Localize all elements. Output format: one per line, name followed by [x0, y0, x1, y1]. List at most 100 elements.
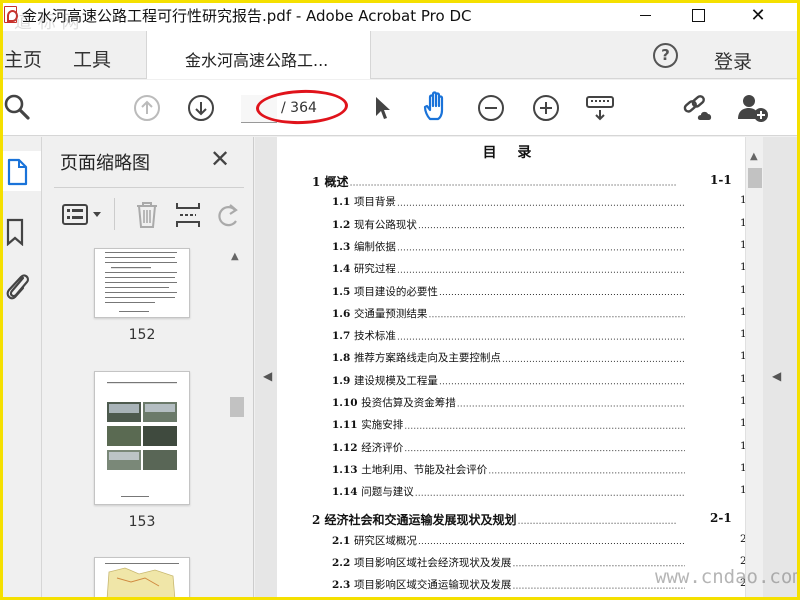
- toc-entry[interactable]: 1.4 研究过程 1: [332, 261, 745, 276]
- toc-entry-label: 1.1 项目背景: [332, 196, 396, 208]
- toc-entry-label: 1.13 土地利用、节能及社会评价: [332, 464, 487, 476]
- toc-entry-text: 编制依据: [353, 240, 396, 253]
- toc-entry-label: 2.3 项目影响区域交通运输现状及发展: [332, 579, 511, 591]
- page-thumbnail[interactable]: [94, 557, 190, 600]
- toc-entry[interactable]: 1.1 项目背景 1: [332, 194, 745, 209]
- toc-entry-text: 研究过程: [353, 263, 396, 276]
- thumbnail-text-lines: [105, 252, 177, 312]
- keyboard-icon[interactable]: [584, 93, 616, 123]
- bookmark-icon[interactable]: [4, 217, 26, 247]
- toc-entry-number: 2.2: [332, 556, 354, 569]
- zoom-out-icon[interactable]: [476, 93, 506, 123]
- toc-entry-label: 1.4 研究过程: [332, 263, 396, 275]
- pdf-page: 目 录 1 概述 1-1 1.1 项目背景 1 1.2 现有公路现状 1 1.3 编制依据 1…: [277, 137, 745, 600]
- toc-entry[interactable]: 1.6 交通量预测结果1-: [332, 306, 745, 321]
- toc-entry[interactable]: 1.3 编制依据 1: [332, 239, 745, 254]
- toc-entry-text: 推荐方案路线走向及主要控制点: [353, 352, 501, 365]
- document-scrollbar[interactable]: ▲: [745, 137, 763, 600]
- tab-tools[interactable]: 工具: [73, 45, 111, 72]
- toc-entry-text: 项目影响区域交通运输现状及发展: [353, 579, 512, 592]
- toc-entry-text: 实施安排: [361, 419, 404, 432]
- maximize-button[interactable]: [675, 0, 721, 31]
- toc-entry-text: 现有公路现状: [353, 218, 417, 231]
- toc-entry-label: 1.14 问题与建议: [332, 486, 414, 498]
- options-icon[interactable]: [62, 202, 102, 228]
- toc-entry[interactable]: 2 经济社会和交通运输发展现状及规划 2-1: [312, 511, 745, 528]
- crop-icon[interactable]: [174, 200, 202, 230]
- rotate-icon[interactable]: [214, 200, 242, 230]
- tab-home[interactable]: 主页: [4, 45, 42, 72]
- toc-entry[interactable]: 1.2 现有公路现状 1: [332, 217, 745, 232]
- close-window-button[interactable]: ✕: [735, 0, 781, 31]
- toc-entry-text: 建设规模及工程量: [353, 374, 438, 387]
- toc-entry-label: 1.2 现有公路现状: [332, 219, 417, 231]
- next-page-icon[interactable]: [186, 93, 216, 123]
- toc-entry-number: 1: [312, 175, 325, 189]
- site-watermark: www.cndao.com: [655, 566, 800, 588]
- toc-entry-number: 1.1: [332, 196, 354, 209]
- search-icon[interactable]: [2, 92, 32, 122]
- toc-entry-number: 1.3: [332, 240, 354, 253]
- thumbnail-photos: [107, 382, 177, 497]
- toc-entry[interactable]: 1.11 实施安排1-: [332, 417, 745, 432]
- toc-entry[interactable]: 2.1 研究区域概况 2: [332, 533, 745, 548]
- thumbnail-icon[interactable]: [4, 157, 30, 187]
- minimize-button[interactable]: [622, 0, 668, 31]
- toc-entry[interactable]: 1.13 土地利用、节能及社会评价1-: [332, 462, 745, 477]
- zoom-in-icon[interactable]: [531, 93, 561, 123]
- toc-entry-number: 1.12: [332, 441, 362, 454]
- close-panel-icon[interactable]: ✕: [210, 145, 230, 173]
- toc-entry[interactable]: 1 概述 1-1: [312, 173, 745, 190]
- thumbnail-scroll-thumb[interactable]: [230, 397, 244, 417]
- toc-entry[interactable]: 1.9 建设规模及工程量1-: [332, 373, 745, 388]
- toc-entry-label: 1.9 建设规模及工程量: [332, 375, 438, 387]
- scroll-up-arrow[interactable]: ▲: [231, 251, 239, 262]
- attachment-icon[interactable]: [2, 269, 32, 303]
- toc-entry[interactable]: 1.10 投资估算及资金筹措1-: [332, 395, 745, 410]
- tab-document[interactable]: 金水河高速公路工...: [146, 31, 371, 79]
- toc-entry-number: 1.11: [332, 419, 362, 432]
- toc-entry-number: 1.6: [332, 307, 354, 320]
- scroll-up-arrow[interactable]: ▲: [750, 151, 758, 162]
- page-thumbnail[interactable]: [94, 248, 190, 318]
- toc-entry[interactable]: 1.8 推荐方案路线走向及主要控制点1-: [332, 350, 745, 365]
- title-bar: 金水河高速公路工程可行性研究报告.pdf - Adobe Acrobat Pro…: [0, 0, 800, 31]
- hand-tool-icon[interactable]: [420, 91, 452, 123]
- toc-entry-label: 2.2 项目影响区域社会经济现状及发展: [332, 557, 511, 569]
- toc-entry-label: 1.12 经济评价: [332, 442, 403, 454]
- thumbnail-map: [105, 563, 179, 600]
- corner-watermark: 道 标 网: [14, 12, 80, 33]
- share-link-icon[interactable]: [680, 92, 714, 124]
- toc-entry[interactable]: 1.7 技术标准1-: [332, 328, 745, 343]
- navigation-rail: [0, 137, 42, 600]
- toc-entry-label: 1.11 实施安排: [332, 419, 403, 431]
- toc-entry-text: 经济评价: [361, 441, 404, 454]
- thumbnail-page-label: 152: [128, 327, 156, 343]
- page-thumbnail[interactable]: [94, 371, 190, 505]
- collapse-right-arrow[interactable]: ◀: [772, 369, 781, 383]
- toc-entry-page: 2-1: [710, 511, 732, 526]
- toc-entry[interactable]: 1.5 项目建设的必要性 1: [332, 284, 745, 299]
- toc-entry-text: 项目影响区域社会经济现状及发展: [353, 556, 512, 569]
- document-scroll-thumb[interactable]: [748, 168, 762, 188]
- toc-entry-number: 1.14: [332, 486, 362, 499]
- select-cursor-icon[interactable]: [370, 93, 394, 123]
- toc-entry[interactable]: 1.14 问题与建议1-: [332, 484, 745, 499]
- add-user-icon[interactable]: [736, 92, 770, 124]
- toc-entry-text: 经济社会和交通运输发展现状及规划: [324, 513, 517, 528]
- toc-entry-text: 概述: [324, 175, 349, 189]
- toc-entry-number: 2.1: [332, 534, 354, 547]
- collapse-left-arrow[interactable]: ◀: [263, 369, 272, 383]
- panel-title: 页面缩略图: [60, 153, 150, 174]
- login-button[interactable]: 登录: [714, 47, 752, 74]
- prev-page-icon[interactable]: [132, 93, 162, 123]
- help-icon[interactable]: ?: [653, 43, 678, 68]
- toc-entry[interactable]: 1.12 经济评价1-: [332, 440, 745, 455]
- trash-icon[interactable]: [134, 200, 160, 230]
- toc-entry-text: 技术标准: [353, 330, 396, 343]
- toc-entry-number: 1.2: [332, 218, 354, 231]
- toc-entry-text: 项目建设的必要性: [353, 285, 438, 298]
- toc-entry-text: 问题与建议: [361, 486, 414, 499]
- toc-entry-label: 1.6 交通量预测结果: [332, 308, 427, 320]
- thumbnail-scrollbar[interactable]: ▲: [228, 249, 246, 600]
